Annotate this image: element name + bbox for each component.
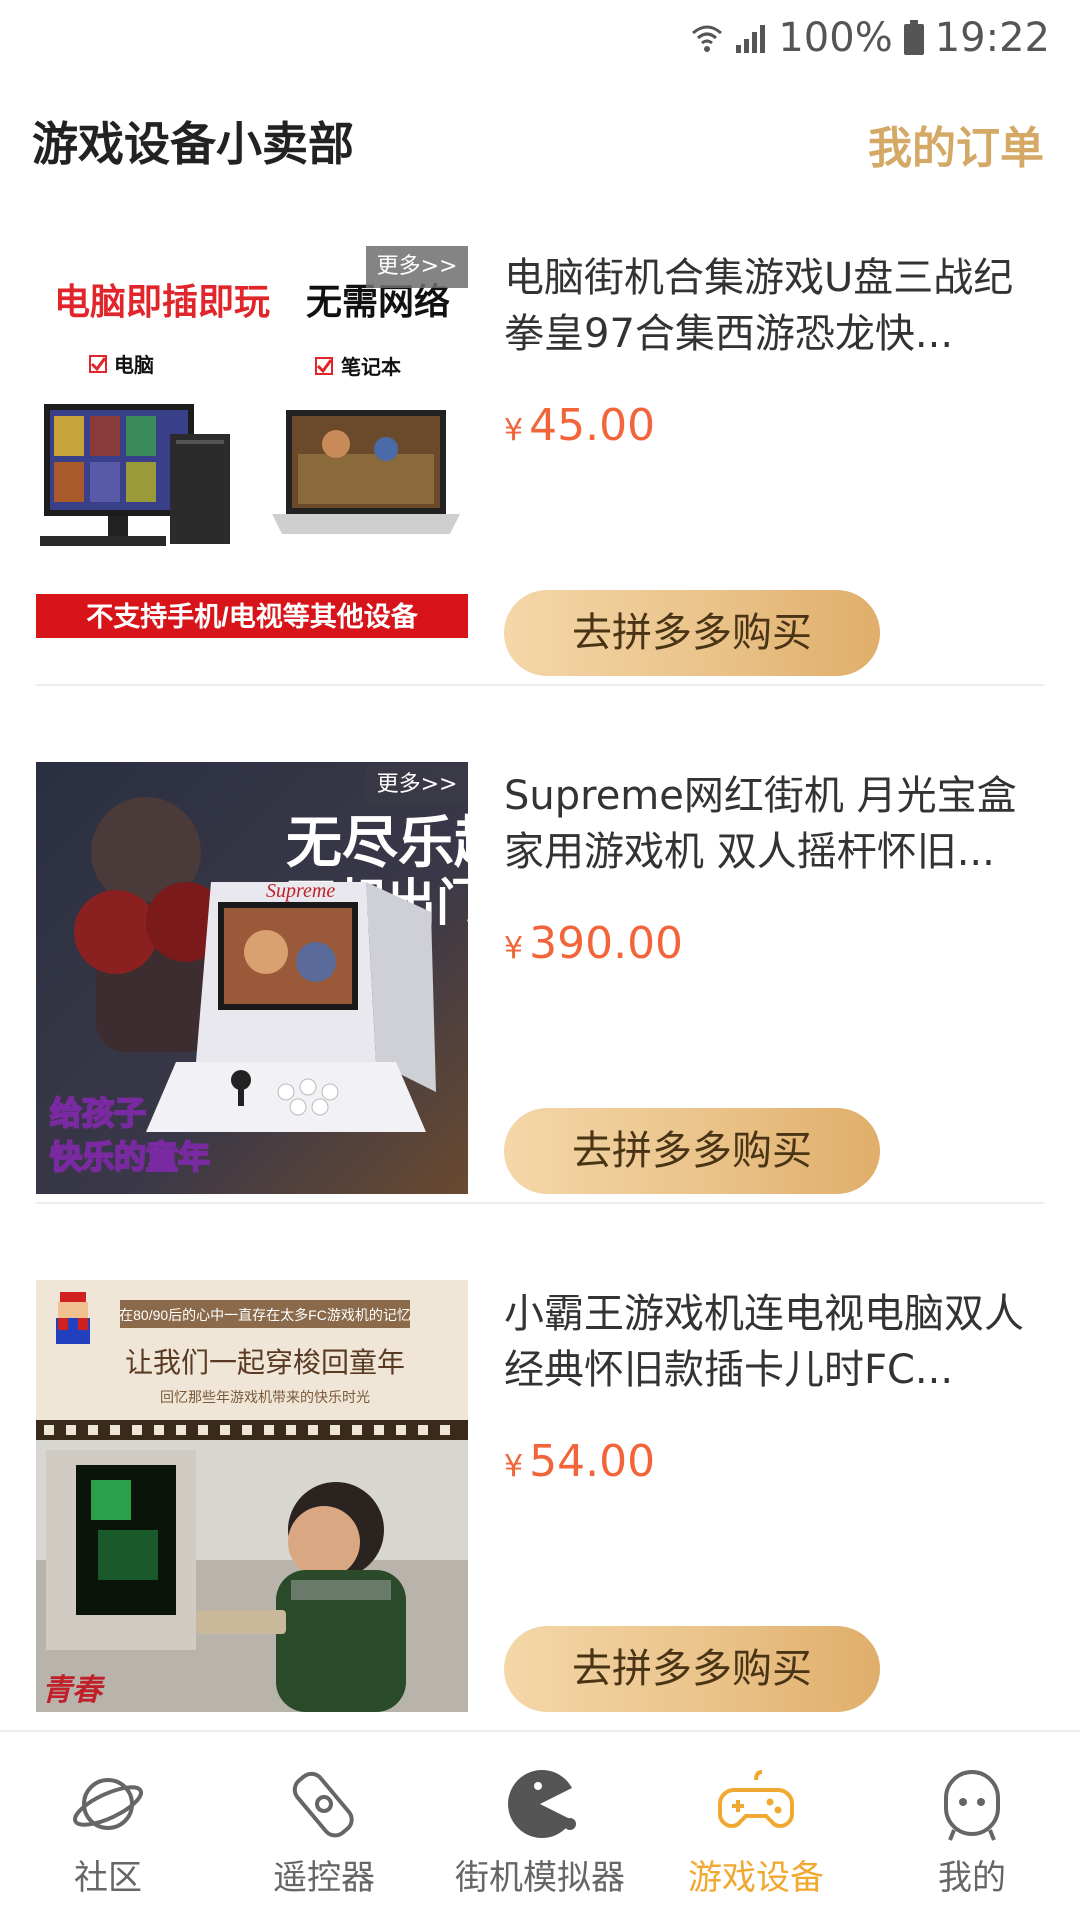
clock: 19:22 xyxy=(934,15,1050,61)
product-title[interactable]: Supreme网红街机 月光宝盒家用游戏机 双人摇杆怀旧... xyxy=(504,768,1044,880)
nav-tab-game-devices[interactable]: 游戏设备 xyxy=(648,1732,864,1920)
price-value: 54.00 xyxy=(529,1436,656,1487)
product-card[interactable]: 在80/90后的心中一直存在太多FC游戏机的记忆 让我们一起穿梭回童年 回忆那些… xyxy=(36,1280,1044,1720)
nav-label: 遥控器 xyxy=(273,1858,375,1898)
image-caption: 让我们一起穿梭回童年 xyxy=(125,1347,405,1378)
product-info: 小霸王游戏机连电视电脑双人经典怀旧款插卡儿时FC... ¥54.00 xyxy=(504,1286,1044,1496)
svg-text:青春: 青春 xyxy=(42,1674,106,1707)
nav-label: 社区 xyxy=(74,1858,142,1898)
bottom-nav: 社区 遥控器 街机模拟器 游戏设备 我的 xyxy=(0,1730,1080,1920)
product-image[interactable]: 电脑即插即玩 无需网络 电脑 笔记本 不支持手机/电视等其他设备 更多>> xyxy=(36,244,468,676)
image-caption: 回忆那些年游戏机带来的快乐时光 xyxy=(160,1389,370,1405)
page-title: 游戏设备小卖部 xyxy=(32,117,354,171)
remote-icon xyxy=(292,1771,354,1838)
nav-tab-profile[interactable]: 我的 xyxy=(864,1732,1080,1920)
profile-icon xyxy=(944,1769,1000,1841)
more-badge[interactable]: 更多>> xyxy=(366,246,468,288)
image-caption: 给孩子 xyxy=(50,1095,146,1131)
product-info: 电脑街机合集游戏U盘三战纪拳皇97合集西游恐龙快... ¥45.00 xyxy=(504,250,1044,460)
image-caption: 电脑即插即玩 xyxy=(54,281,270,322)
buy-on-pinduoduo-button[interactable]: 去拼多多购买 xyxy=(504,590,880,676)
image-caption: 不支持手机/电视等其他设备 xyxy=(86,601,419,632)
signal-icon xyxy=(736,25,766,53)
status-bar: 100% 19:22 xyxy=(0,0,1080,76)
product-title[interactable]: 小霸王游戏机连电视电脑双人经典怀旧款插卡儿时FC... xyxy=(504,1286,1044,1398)
product-title[interactable]: 电脑街机合集游戏U盘三战纪拳皇97合集西游恐龙快... xyxy=(504,250,1044,362)
price-value: 390.00 xyxy=(529,918,684,969)
currency-symbol: ¥ xyxy=(504,413,524,448)
product-card[interactable]: 电脑即插即玩 无需网络 电脑 笔记本 不支持手机/电视等其他设备 更多>> 电脑… xyxy=(36,244,1044,686)
product-image[interactable]: 在80/90后的心中一直存在太多FC游戏机的记忆 让我们一起穿梭回童年 回忆那些… xyxy=(36,1280,468,1712)
product-price: ¥54.00 xyxy=(504,1436,1044,1496)
image-caption: 电脑 xyxy=(114,353,154,377)
price-value: 45.00 xyxy=(529,400,656,451)
image-caption: 无尽乐趣 xyxy=(286,813,468,875)
gamepad-icon xyxy=(718,1770,794,1829)
nav-tab-community[interactable]: 社区 xyxy=(0,1732,216,1920)
product-info: Supreme网红街机 月光宝盒家用游戏机 双人摇杆怀旧... ¥390.00 xyxy=(504,768,1044,978)
nav-tab-arcade-emulator[interactable]: 街机模拟器 xyxy=(432,1732,648,1920)
status-icons: 100% 19:22 xyxy=(690,12,1050,64)
battery-percent: 100% xyxy=(778,15,893,61)
more-badge[interactable]: 更多>> xyxy=(366,764,468,806)
buy-on-pinduoduo-button[interactable]: 去拼多多购买 xyxy=(504,1108,880,1194)
wifi-icon xyxy=(692,25,723,52)
nav-label: 游戏设备 xyxy=(688,1858,824,1898)
currency-symbol: ¥ xyxy=(504,1449,524,1484)
currency-symbol: ¥ xyxy=(504,931,524,966)
product-price: ¥390.00 xyxy=(504,918,1044,978)
planet-icon xyxy=(72,1778,144,1830)
divider xyxy=(36,1202,1044,1204)
product-price: ¥45.00 xyxy=(504,400,1044,460)
divider xyxy=(36,684,1044,686)
nav-tab-remote[interactable]: 遥控器 xyxy=(216,1732,432,1920)
image-caption: 快乐的童年 xyxy=(50,1139,210,1175)
product-image[interactable]: 无尽乐趣 不想出门 Supreme 给孩子 快乐 xyxy=(36,762,468,1194)
image-caption: 在80/90后的心中一直存在太多FC游戏机的记忆 xyxy=(119,1307,411,1323)
battery-icon xyxy=(903,20,924,55)
product-card[interactable]: 无尽乐趣 不想出门 Supreme 给孩子 快乐 xyxy=(36,762,1044,1204)
image-caption: 笔记本 xyxy=(341,355,401,379)
header: 游戏设备小卖部 我的订单 xyxy=(0,76,1080,206)
nav-label: 街机模拟器 xyxy=(455,1858,625,1898)
nav-label: 我的 xyxy=(938,1858,1006,1898)
buy-on-pinduoduo-button[interactable]: 去拼多多购买 xyxy=(504,1626,880,1712)
my-orders-link[interactable]: 我的订单 xyxy=(868,112,1044,176)
pacman-icon xyxy=(508,1770,576,1838)
image-caption: Supreme xyxy=(266,880,335,902)
